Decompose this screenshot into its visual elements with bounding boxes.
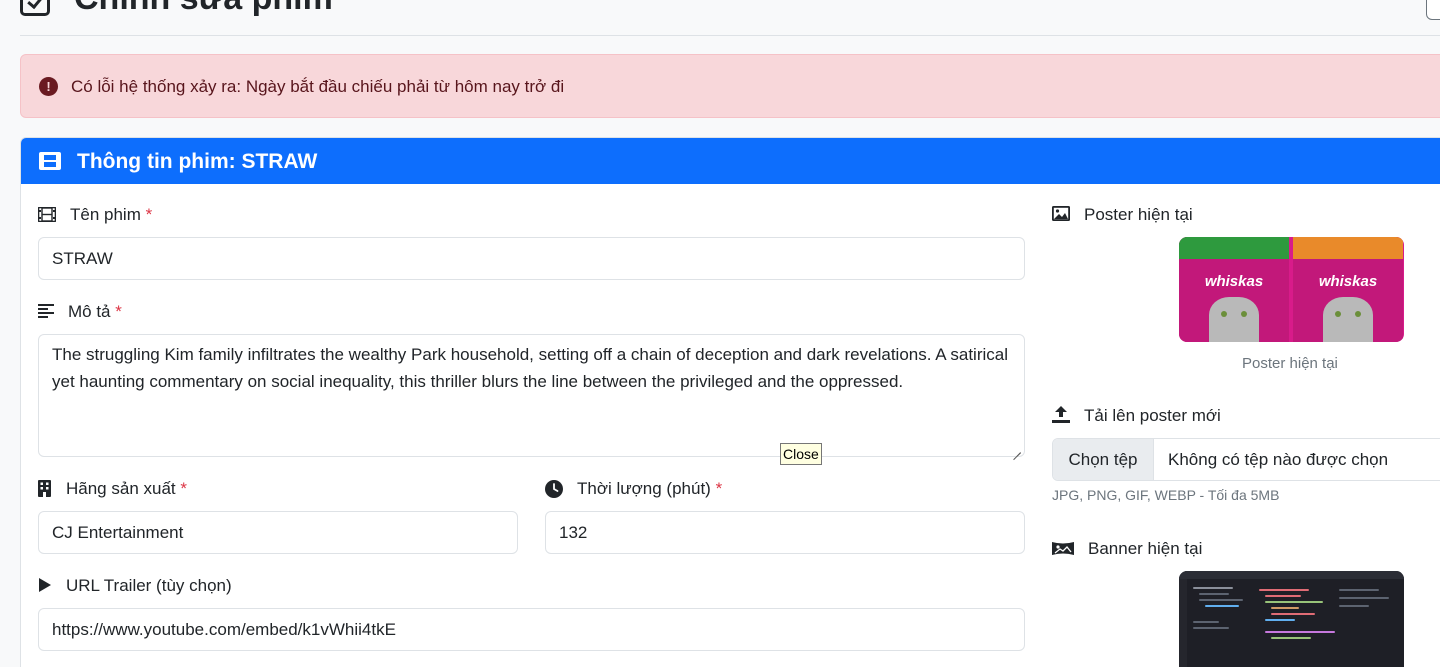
banner-code-line xyxy=(1271,637,1311,639)
poster-pouch-left: whiskas xyxy=(1179,237,1289,342)
description-textarea[interactable]: The struggling Kim family infiltrates th… xyxy=(38,334,1025,457)
required-mark: * xyxy=(715,479,723,498)
resize-handle[interactable] xyxy=(1013,445,1021,453)
choose-file-button[interactable]: Chọn tệp xyxy=(1053,439,1154,480)
poster-pouch-right: whiskas xyxy=(1293,237,1403,342)
banner-code-line xyxy=(1271,607,1299,609)
panorama-icon xyxy=(1052,542,1074,555)
film-icon xyxy=(39,152,61,170)
poster-file-input[interactable]: Chọn tệp Không có tệp nào được chọn xyxy=(1052,438,1440,481)
name-label-text: Tên phim xyxy=(70,205,141,224)
banner-code-line xyxy=(1193,621,1219,623)
poster-band xyxy=(1293,237,1403,259)
description-label-text: Mô tả xyxy=(68,302,111,321)
poster-image: whiskas whiskas xyxy=(1179,237,1404,342)
image-icon xyxy=(1052,206,1070,221)
align-left-icon xyxy=(38,304,54,318)
duration-label-text: Thời lượng (phút) xyxy=(577,479,711,498)
banner-code-line xyxy=(1339,589,1379,591)
poster-label: Poster hiện tại xyxy=(1084,205,1193,224)
banner-code-line xyxy=(1265,619,1295,621)
required-mark: * xyxy=(180,479,187,498)
upload-icon xyxy=(1052,406,1070,423)
banner-code-line xyxy=(1199,593,1229,595)
name-label: Tên phim * xyxy=(70,205,152,225)
building-icon xyxy=(38,480,51,497)
banner-code-line xyxy=(1339,605,1369,607)
banner-sidebar xyxy=(1179,579,1187,667)
required-mark: * xyxy=(115,302,122,321)
name-input[interactable]: STRAW xyxy=(38,237,1025,280)
poster-brand-text: whiskas xyxy=(1318,273,1378,290)
exclamation-circle-icon: ! xyxy=(39,77,58,96)
poster-brand-text: whiskas xyxy=(1204,273,1264,290)
duration-label: Thời lượng (phút) * xyxy=(577,479,722,499)
studio-input[interactable]: CJ Entertainment xyxy=(38,511,518,554)
banner-code-line xyxy=(1193,587,1233,589)
clock-icon xyxy=(545,480,563,498)
poster-cat xyxy=(1209,297,1259,342)
upload-hint: JPG, PNG, GIF, WEBP - Tối đa 5MB xyxy=(1052,487,1280,503)
page-title: Chỉnh sửa phim xyxy=(74,0,333,18)
card-title: Thông tin phim: STRAW xyxy=(77,150,318,173)
required-mark: * xyxy=(145,205,153,224)
banner-label: Banner hiện tại xyxy=(1088,539,1203,558)
duration-input[interactable]: 132 xyxy=(545,511,1025,554)
banner-code-line xyxy=(1339,597,1389,599)
edit-icon xyxy=(20,0,50,16)
alert-message: Có lỗi hệ thống xảy ra: Ngày bắt đầu chi… xyxy=(71,77,565,96)
banner-code-line xyxy=(1193,627,1229,629)
film-icon xyxy=(38,207,56,222)
banner-code-line xyxy=(1199,599,1243,601)
studio-label: Hãng sản xuất * xyxy=(66,479,187,499)
banner-code-line xyxy=(1271,613,1315,615)
play-icon xyxy=(39,578,51,592)
banner-code-line xyxy=(1265,631,1335,633)
card-header: Thông tin phim: STRAW xyxy=(21,138,1440,184)
upload-label: Tải lên poster mới xyxy=(1084,406,1221,425)
banner-code-line xyxy=(1259,589,1309,591)
banner-image xyxy=(1179,571,1404,667)
studio-label-text: Hãng sản xuất xyxy=(66,479,176,498)
trailer-label: URL Trailer (tùy chọn) xyxy=(66,576,232,595)
poster-caption: Poster hiện tại xyxy=(1242,355,1338,372)
page-header: Chỉnh sửa phim xyxy=(20,0,1440,36)
error-alert: ! Có lỗi hệ thống xảy ra: Ngày bắt đầu c… xyxy=(20,54,1440,118)
banner-code-line xyxy=(1205,605,1239,607)
banner-code-line xyxy=(1265,601,1323,603)
description-text: The struggling Kim family infiltrates th… xyxy=(52,345,1008,391)
poster-cat xyxy=(1323,297,1373,342)
file-status: Không có tệp nào được chọn xyxy=(1168,450,1389,469)
close-tooltip: Close xyxy=(780,443,822,465)
header-action-button[interactable] xyxy=(1426,0,1440,20)
trailer-url-input[interactable]: https://www.youtube.com/embed/k1vWhii4tk… xyxy=(38,608,1025,651)
description-label: Mô tả * xyxy=(68,302,122,322)
banner-titlebar xyxy=(1179,571,1404,579)
banner-code-line xyxy=(1265,595,1301,597)
poster-band xyxy=(1179,237,1289,259)
